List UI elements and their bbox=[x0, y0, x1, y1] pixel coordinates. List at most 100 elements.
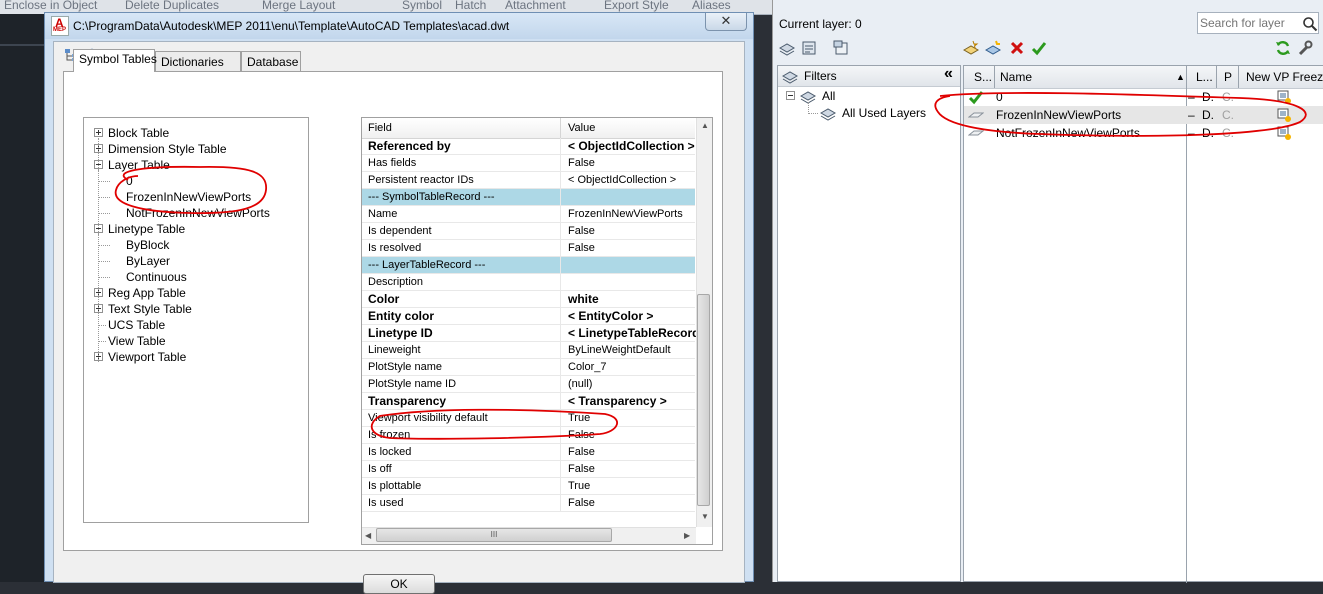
collapse-filters-button[interactable]: « bbox=[944, 65, 953, 83]
tree-item[interactable]: Dimension Style Table bbox=[108, 141, 227, 157]
filter-all-expander[interactable] bbox=[786, 91, 795, 100]
on-column-header[interactable]: L... bbox=[1196, 70, 1213, 84]
tree-item[interactable]: Reg App Table bbox=[108, 285, 186, 301]
layer-states-manager-icon[interactable] bbox=[833, 40, 849, 56]
tree-item[interactable]: Continuous bbox=[126, 269, 187, 285]
search-layer-field[interactable] bbox=[1197, 12, 1319, 34]
column-divider[interactable] bbox=[994, 66, 995, 88]
ok-button[interactable]: OK bbox=[363, 574, 435, 594]
tree-item[interactable]: FrozenInNewViewPorts bbox=[126, 189, 251, 205]
ribbon-item[interactable]: Hatch bbox=[455, 0, 486, 12]
tree-item[interactable]: NotFrozenInNewViewPorts bbox=[126, 205, 270, 221]
grid-row[interactable]: --- LayerTableRecord --- bbox=[362, 257, 695, 274]
close-button[interactable]: ✕ bbox=[705, 13, 747, 31]
grid-row[interactable]: Has fields False bbox=[362, 155, 695, 172]
ribbon-item[interactable]: Delete Duplicates bbox=[125, 0, 219, 12]
settings-wrench-icon[interactable] bbox=[1297, 40, 1313, 56]
grid-row[interactable]: PlotStyle name ID (null) bbox=[362, 376, 695, 393]
scroll-left-icon[interactable]: ◀ bbox=[365, 531, 371, 540]
tree-item[interactable]: Layer Table bbox=[108, 157, 170, 173]
value-column-header[interactable]: Value bbox=[568, 122, 595, 134]
scroll-up-icon[interactable]: ▲ bbox=[701, 121, 709, 130]
status-column-header[interactable]: S... bbox=[974, 70, 992, 84]
layer-on-toggle[interactable]: – bbox=[1188, 108, 1195, 122]
vp-freeze-sun-icon[interactable] bbox=[1276, 125, 1292, 141]
grid-row[interactable]: Lineweight ByLineWeightDefault bbox=[362, 342, 695, 359]
delete-layer-icon[interactable] bbox=[1009, 40, 1025, 56]
tree-item[interactable]: UCS Table bbox=[108, 317, 165, 333]
search-icon[interactable] bbox=[1302, 16, 1318, 32]
column-divider[interactable] bbox=[560, 118, 561, 138]
scroll-down-icon[interactable]: ▼ bbox=[701, 512, 709, 521]
layer-lock-toggle[interactable]: D. bbox=[1202, 108, 1214, 122]
grid-row[interactable]: Entity color < EntityColor > bbox=[362, 308, 695, 325]
layer-row[interactable]: 0 – D. C. bbox=[964, 88, 1323, 106]
layer-lock-toggle[interactable]: D. bbox=[1202, 90, 1214, 104]
layer-lock-toggle[interactable]: D. bbox=[1202, 126, 1214, 140]
horizontal-scroll-thumb[interactable]: III bbox=[376, 528, 612, 542]
refresh-icon[interactable] bbox=[1275, 40, 1291, 56]
tree-item[interactable]: View Table bbox=[108, 333, 166, 349]
scroll-right-icon[interactable]: ▶ bbox=[684, 531, 690, 540]
new-layer-vp-frozen-icon[interactable] bbox=[985, 40, 1001, 56]
vp-freeze-sun-icon[interactable] bbox=[1276, 89, 1292, 105]
set-current-icon[interactable] bbox=[1031, 40, 1047, 56]
plot-column-header[interactable]: P bbox=[1224, 70, 1232, 84]
layer-plot-toggle[interactable]: C. bbox=[1222, 108, 1234, 122]
grid-row[interactable]: Is resolved False bbox=[362, 240, 695, 257]
grid-row[interactable]: Persistent reactor IDs < ObjectIdCollecti… bbox=[362, 172, 695, 189]
layer-name[interactable]: FrozenInNewViewPorts bbox=[996, 108, 1121, 122]
tree-item[interactable]: Block Table bbox=[108, 125, 169, 141]
tree-item[interactable]: Text Style Table bbox=[108, 301, 192, 317]
grid-row[interactable]: Referenced by < ObjectIdCollection > bbox=[362, 138, 695, 155]
grid-row[interactable]: Is locked False bbox=[362, 444, 695, 461]
layer-row[interactable]: NotFrozenInNewViewPorts – D. C. bbox=[964, 124, 1323, 142]
vp-freeze-column-header[interactable]: New VP Freeze bbox=[1246, 70, 1323, 84]
layer-on-toggle[interactable]: – bbox=[1188, 90, 1195, 104]
tree-item[interactable]: 0 bbox=[126, 173, 133, 189]
grid-row[interactable]: Color white bbox=[362, 291, 695, 308]
grid-row[interactable]: Linetype ID < LinetypeTableRecord bbox=[362, 325, 699, 342]
vertical-scroll-thumb[interactable] bbox=[697, 294, 710, 506]
filter-all-used-layers[interactable]: All Used Layers bbox=[842, 106, 926, 120]
new-group-filter-icon[interactable] bbox=[801, 40, 817, 56]
tree-item[interactable]: Viewport Table bbox=[108, 349, 186, 365]
layers-list[interactable]: S... Name ▲ L... P New VP Freeze 0– D. C. F… bbox=[963, 65, 1323, 583]
ribbon-item[interactable]: Export Style bbox=[604, 0, 669, 12]
tree-item[interactable]: Linetype Table bbox=[108, 221, 185, 237]
grid-row[interactable]: Description bbox=[362, 274, 695, 291]
tree-expander[interactable] bbox=[94, 128, 103, 137]
tree-item[interactable]: ByLayer bbox=[126, 253, 170, 269]
field-column-header[interactable]: Field bbox=[368, 122, 392, 134]
column-divider[interactable] bbox=[1216, 66, 1217, 88]
grid-row[interactable]: Is used False bbox=[362, 495, 695, 512]
vp-freeze-sun-icon[interactable] bbox=[1276, 107, 1292, 123]
dialog-titlebar[interactable]: A MEP C:\ProgramData\Autodesk\MEP 2011\e… bbox=[45, 13, 753, 39]
column-divider[interactable] bbox=[1238, 66, 1239, 88]
layer-plot-toggle[interactable]: C. bbox=[1222, 90, 1234, 104]
grid-row[interactable]: PlotStyle name Color_7 bbox=[362, 359, 695, 376]
drawing-area[interactable] bbox=[0, 14, 44, 582]
layer-row[interactable]: FrozenInNewViewPorts – D. C. bbox=[964, 106, 1323, 124]
ribbon-item[interactable]: Attachment bbox=[505, 0, 566, 12]
name-column-header[interactable]: Name bbox=[1000, 70, 1032, 84]
ribbon-item[interactable]: Merge Layout bbox=[262, 0, 335, 12]
grid-row[interactable]: Is frozen False bbox=[362, 427, 695, 444]
grid-row[interactable]: Transparency < Transparency > bbox=[362, 393, 695, 410]
new-property-filter-icon[interactable] bbox=[779, 40, 795, 56]
property-grid[interactable]: Field Value Referenced by < ObjectIdColle… bbox=[361, 117, 713, 545]
layer-on-toggle[interactable]: – bbox=[1188, 126, 1195, 140]
grid-row[interactable]: Is off False bbox=[362, 461, 695, 478]
grid-row[interactable]: --- SymbolTableRecord --- bbox=[362, 189, 695, 206]
layer-plot-toggle[interactable]: C. bbox=[1222, 126, 1234, 140]
tab-symbol-tables[interactable]: Symbol Tables bbox=[73, 49, 157, 72]
ribbon-item[interactable]: Aliases bbox=[692, 0, 731, 12]
new-layer-icon[interactable] bbox=[963, 40, 979, 56]
symbol-table-tree[interactable]: Block Table Dimension Style Table Layer Ta… bbox=[83, 117, 309, 523]
layer-name[interactable]: NotFrozenInNewViewPorts bbox=[996, 126, 1140, 140]
grid-row[interactable]: Name FrozenInNewViewPorts bbox=[362, 206, 695, 223]
tab-dictionaries[interactable]: Dictionaries bbox=[155, 51, 241, 71]
grid-row[interactable]: Is dependent False bbox=[362, 223, 695, 240]
ribbon-item[interactable]: Enclose in Object bbox=[4, 0, 97, 12]
tree-item[interactable]: ByBlock bbox=[126, 237, 169, 253]
